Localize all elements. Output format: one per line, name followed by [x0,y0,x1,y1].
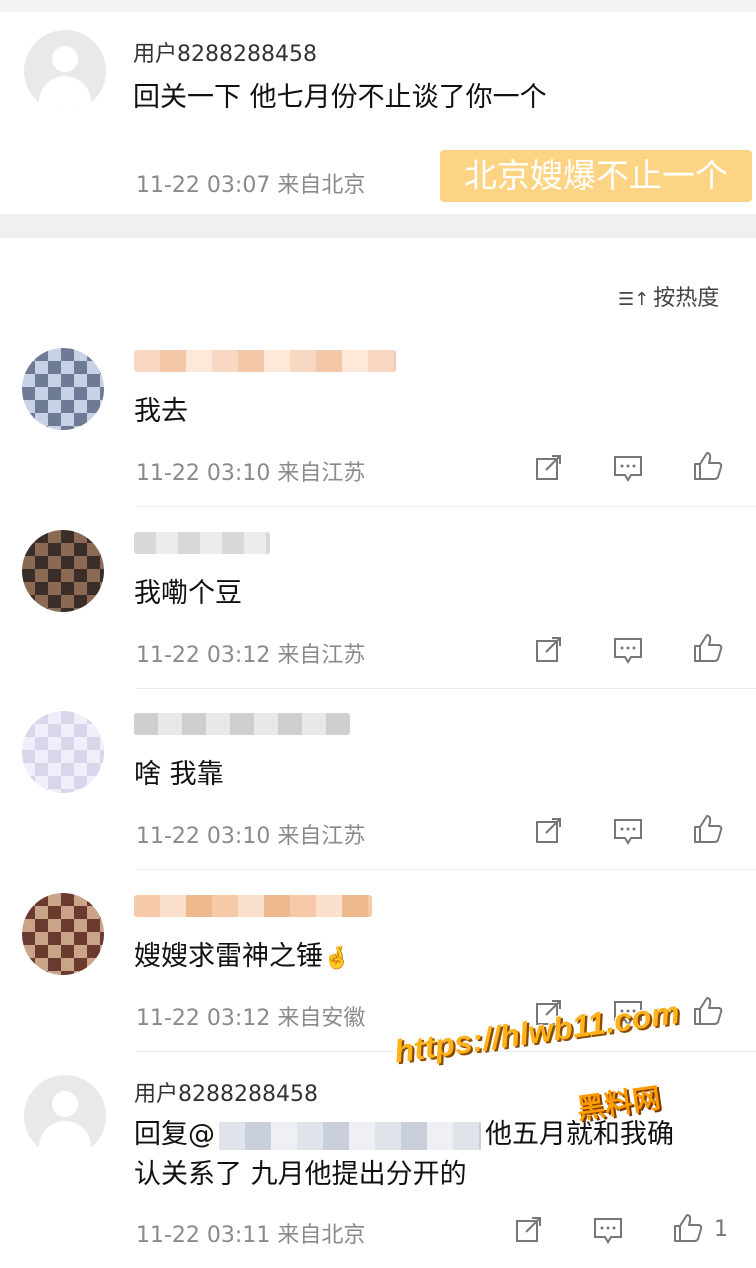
highlight-tag: 北京嫂爆不止一个 [440,150,752,202]
comment-icon[interactable] [612,634,644,666]
comment-meta: 11-22 03:11 来自北京 [136,1223,366,1248]
username[interactable]: 用户8288288458 [134,1076,318,1108]
comment-divider [136,688,756,689]
avatar-blurred[interactable] [22,530,104,612]
avatar-blurred[interactable] [22,893,104,975]
comment-text: 我嘞个豆 [134,578,242,609]
avatar-blurred[interactable] [22,348,104,430]
comment-text-body: 嫂嫂求雷神之锤 [134,941,323,972]
share-icon[interactable] [532,815,564,847]
avatar-default[interactable] [24,1075,106,1157]
mention-blurred[interactable] [219,1121,481,1150]
comment-meta: 11-22 03:10 来自江苏 [136,824,366,849]
username-blurred[interactable] [134,895,372,917]
like-icon[interactable] [692,632,724,664]
username-blurred[interactable] [134,350,396,372]
like-icon[interactable] [692,450,724,482]
sort-by-hot-button[interactable]: ☰↑ 按热度 [618,280,719,312]
top-divider [0,0,756,12]
comment-text: 我去 [134,396,188,427]
comment-meta: 11-22 03:12 来自安徽 [136,1006,366,1031]
username[interactable]: 用户8288288458 [133,36,317,68]
like-count: 1 [714,1217,728,1242]
section-separator [0,214,756,238]
avatar-blurred[interactable] [22,711,104,793]
share-icon[interactable] [532,634,564,666]
username-blurred[interactable] [134,713,350,735]
username-blurred[interactable] [134,532,270,554]
comment-icon[interactable] [612,452,644,484]
comment-icon[interactable] [612,815,644,847]
sort-icon: ☰↑ [618,289,650,310]
like-icon[interactable] [672,1212,704,1244]
reply-text-line2: 认关系了 九月他提出分开的 [134,1159,467,1190]
comment-icon[interactable] [592,1214,624,1246]
comment-meta: 11-22 03:07 来自北京 [136,173,366,198]
fingers-crossed-icon: 🤞 [323,946,351,971]
reply-prefix: 回复@ [134,1119,215,1150]
share-icon[interactable] [532,452,564,484]
like-icon[interactable] [692,813,724,845]
comment-divider [136,869,756,870]
comment-text: 啥 我靠 [134,759,224,790]
comment-text: 回关一下 他七月份不止谈了你一个 [133,82,547,113]
avatar-default[interactable] [24,30,106,112]
comment-meta: 11-22 03:12 来自江苏 [136,643,366,668]
comment-divider [136,506,756,507]
sort-label: 按热度 [653,286,720,311]
comment-text: 嫂嫂求雷神之锤🤞 [134,937,350,979]
share-icon[interactable] [512,1214,544,1246]
comment-meta: 11-22 03:10 来自江苏 [136,461,366,486]
like-icon[interactable] [692,995,724,1027]
